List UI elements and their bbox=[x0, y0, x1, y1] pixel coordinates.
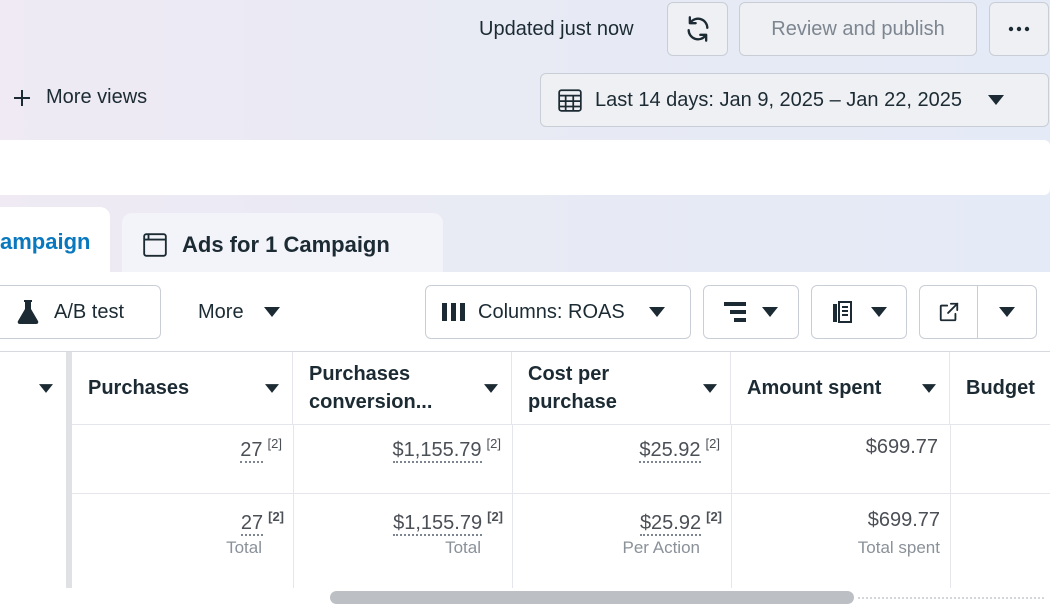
column-header-amount-spent[interactable]: Amount spent bbox=[731, 352, 950, 424]
horizontal-scrollbar[interactable] bbox=[330, 591, 854, 604]
date-range-label: Last 14 days: Jan 9, 2025 – Jan 22, 2025 bbox=[595, 88, 962, 111]
sort-dropdown[interactable] bbox=[26, 383, 66, 393]
more-options-button[interactable] bbox=[989, 2, 1049, 56]
ellipsis-icon bbox=[1008, 26, 1030, 32]
column-header-purchases-conversion[interactable]: Purchases conversion... bbox=[293, 352, 512, 424]
row-divider bbox=[72, 493, 1050, 494]
chevron-down-icon bbox=[922, 383, 936, 393]
external-link-icon bbox=[939, 302, 958, 322]
column-header-label: Budget bbox=[966, 377, 1035, 399]
chevron-down-icon bbox=[648, 307, 665, 317]
refresh-button[interactable] bbox=[667, 2, 728, 56]
chevron-down-icon bbox=[987, 95, 1004, 105]
cost-per-purchase-value[interactable]: $25.92 bbox=[639, 439, 701, 463]
more-actions-label: More bbox=[198, 300, 244, 323]
row-divider bbox=[72, 424, 1050, 425]
chevron-down-icon bbox=[762, 307, 778, 317]
amount-spent-total-cell: $699.77 bbox=[731, 509, 940, 532]
date-range-picker[interactable]: Last 14 days: Jan 9, 2025 – Jan 22, 2025 bbox=[540, 73, 1049, 127]
chevron-down-icon bbox=[484, 383, 498, 393]
reports-icon bbox=[833, 301, 852, 323]
column-header-label: Cost per purchase bbox=[528, 363, 617, 413]
amount-spent-value: $699.77 bbox=[865, 436, 938, 458]
purchases-cell: 27 [2] bbox=[72, 436, 282, 463]
conversion-total-cell: $1,155.79 [2] bbox=[293, 509, 503, 536]
review-and-publish-button[interactable]: Review and publish bbox=[739, 2, 977, 56]
conversion-total[interactable]: $1,155.79 bbox=[393, 512, 483, 536]
conversion-value[interactable]: $1,155.79 bbox=[392, 439, 482, 463]
export-dropdown-toggle[interactable] bbox=[978, 286, 1036, 338]
updated-status: Updated just now bbox=[479, 18, 634, 40]
conversion-value-cell: $1,155.79 [2] bbox=[293, 436, 501, 463]
total-label: Total bbox=[445, 538, 481, 557]
footnote-ref[interactable]: [2] bbox=[487, 436, 501, 451]
purchases-total-cell: 27 [2] bbox=[72, 509, 284, 536]
columns-dropdown[interactable]: Columns: ROAS bbox=[425, 285, 691, 339]
column-header-label: Purchases bbox=[88, 377, 190, 399]
footnote-ref[interactable]: [2] bbox=[487, 509, 503, 524]
purchases-value[interactable]: 27 bbox=[240, 439, 263, 463]
column-header-budget[interactable]: Budget bbox=[950, 352, 1050, 424]
column-header-cost-per-purchase[interactable]: Cost per purchase bbox=[512, 352, 731, 424]
sort-dropdown[interactable] bbox=[252, 383, 292, 393]
column-divider bbox=[950, 424, 951, 588]
amount-spent-cell: $699.77 bbox=[731, 436, 938, 459]
footnote-ref[interactable]: [2] bbox=[268, 509, 284, 524]
column-header-label: Amount spent bbox=[747, 377, 882, 399]
footnote-ref[interactable]: [2] bbox=[268, 436, 282, 451]
reports-dropdown[interactable] bbox=[811, 285, 907, 339]
calendar-icon bbox=[558, 89, 582, 112]
cost-per-purchase-cell: $25.92 [2] bbox=[512, 436, 720, 463]
columns-label: Columns: ROAS bbox=[478, 300, 625, 323]
sort-dropdown[interactable] bbox=[471, 383, 511, 393]
column-header-purchases[interactable]: Purchases bbox=[72, 352, 293, 424]
more-views-button[interactable]: More views bbox=[12, 86, 147, 109]
search-filter-bar[interactable] bbox=[0, 140, 1050, 195]
footnote-ref[interactable]: [2] bbox=[706, 509, 722, 524]
ab-test-label: A/B test bbox=[54, 300, 125, 323]
per-action-label: Per Action bbox=[622, 538, 701, 557]
tab-ads[interactable]: Ads for 1 Campaign bbox=[122, 213, 443, 277]
scroll-track-dots bbox=[858, 597, 1044, 599]
column-header-label: Purchases conversion... bbox=[309, 363, 433, 413]
ab-test-button[interactable]: A/B test bbox=[0, 285, 161, 339]
refresh-icon bbox=[687, 16, 708, 42]
chevron-down-icon bbox=[703, 383, 717, 393]
purchases-total[interactable]: 27 bbox=[240, 512, 264, 536]
chevron-down-icon bbox=[39, 383, 53, 393]
more-actions-button[interactable]: More bbox=[182, 285, 302, 339]
ad-window-icon bbox=[143, 233, 167, 257]
chevron-down-icon bbox=[871, 307, 887, 317]
plus-icon bbox=[14, 89, 30, 106]
tab-campaigns-label: ampaign bbox=[0, 229, 91, 254]
export-button[interactable] bbox=[920, 286, 979, 338]
more-views-label: More views bbox=[46, 86, 148, 108]
chevron-down-icon bbox=[265, 383, 279, 393]
sort-dropdown[interactable] bbox=[909, 383, 949, 393]
review-and-publish-label: Review and publish bbox=[771, 17, 945, 40]
columns-icon bbox=[442, 303, 465, 321]
chevron-down-icon bbox=[999, 307, 1015, 317]
tab-ads-label: Ads for 1 Campaign bbox=[182, 232, 390, 257]
breakdown-icon bbox=[724, 302, 746, 322]
cost-total-cell: $25.92 [2] bbox=[512, 509, 722, 536]
sort-dropdown[interactable] bbox=[690, 383, 730, 393]
column-header-truncated[interactable] bbox=[0, 352, 66, 424]
amount-spent-total: $699.77 bbox=[867, 509, 940, 531]
footnote-ref[interactable]: [2] bbox=[706, 436, 720, 451]
breakdown-dropdown[interactable] bbox=[703, 285, 799, 339]
flask-icon bbox=[17, 300, 39, 324]
cost-per-purchase-total[interactable]: $25.92 bbox=[639, 512, 702, 536]
total-spent-label: Total spent bbox=[857, 538, 940, 557]
total-label: Total bbox=[226, 538, 262, 557]
tab-campaigns[interactable]: ampaign bbox=[0, 207, 110, 277]
chevron-down-icon bbox=[263, 307, 280, 317]
export-button-group[interactable] bbox=[919, 285, 1037, 339]
